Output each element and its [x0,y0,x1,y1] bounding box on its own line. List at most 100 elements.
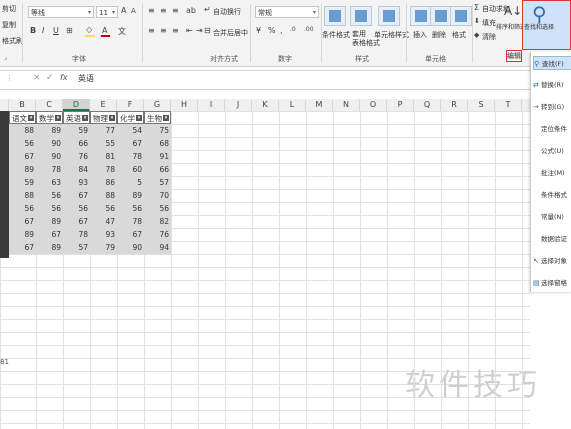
column-header-m[interactable]: M [306,99,333,111]
format-icon[interactable] [450,6,472,26]
table-cell[interactable]: 76 [144,228,171,241]
font-color-icon[interactable]: A [102,26,107,35]
table-cell[interactable]: 78 [117,150,144,163]
table-cell[interactable]: 67 [63,215,90,228]
menu-item[interactable]: ▤选择窗格 [533,276,571,290]
fill-color-icon[interactable]: ◇ [86,25,92,34]
menu-item[interactable]: 条件格式 [533,188,571,202]
table-cell[interactable]: 66 [63,137,90,150]
fx-icon[interactable]: fx [60,73,68,82]
table-cell[interactable]: 89 [9,163,36,176]
currency-icon[interactable]: ¥ [256,26,261,35]
table-cell[interactable]: 90 [117,241,144,254]
filter-dropdown-icon[interactable]: ▾ [109,115,115,121]
column-header-f[interactable]: F [117,99,144,111]
wrap-text-icon[interactable]: ↵ [204,5,211,14]
font-name-combo[interactable]: 等线 ▾ [28,6,94,18]
table-cell[interactable]: 89 [36,124,63,137]
filter-dropdown-icon[interactable]: ▾ [28,115,34,121]
sort-filter-icon[interactable]: A↓ [504,4,522,18]
autosum-icon[interactable]: Σ [474,3,479,12]
table-header-cell[interactable]: 生物 ▾ [144,111,171,124]
cell-styles-button[interactable]: 单元格样式 [374,30,409,40]
table-cell[interactable]: 67 [9,215,36,228]
column-header-e[interactable]: E [90,99,117,111]
table-cell[interactable]: 57 [63,241,90,254]
font-size-combo[interactable]: 11 ▾ [96,6,118,18]
fill-icon[interactable]: ⬇ [474,17,480,25]
border-icon[interactable]: ⊞ [66,26,73,35]
table-cell[interactable]: 90 [36,137,63,150]
table-cell[interactable]: 56 [144,202,171,215]
column-header-j[interactable]: J [225,99,252,111]
table-cell[interactable]: 59 [9,176,36,189]
table-cell[interactable]: 59 [63,124,90,137]
column-header-g[interactable]: G [144,99,171,111]
table-cell[interactable]: 88 [9,189,36,202]
table-cell[interactable]: 81 [90,150,117,163]
insert-button[interactable]: 插入 [413,30,427,40]
row-headers[interactable] [0,111,9,258]
table-cell[interactable]: 89 [36,241,63,254]
table-cell[interactable]: 67 [9,150,36,163]
table-cell[interactable]: 76 [63,150,90,163]
table-cell[interactable]: 67 [36,228,63,241]
wrap-text-button[interactable]: 自动换行 [213,7,241,17]
conditional-format-icon[interactable] [324,6,346,26]
delete-icon[interactable] [430,6,452,26]
percent-icon[interactable]: % [268,26,276,35]
table-header-cell[interactable]: 数学 ▾ [36,111,63,124]
table-cell[interactable]: 56 [36,202,63,215]
table-cell[interactable]: 88 [90,189,117,202]
table-cell[interactable]: 79 [90,241,117,254]
column-header-r[interactable]: R [441,99,468,111]
table-cell[interactable]: 82 [144,215,171,228]
column-header-p[interactable]: P [387,99,414,111]
table-cell[interactable]: 56 [63,202,90,215]
column-header-h[interactable]: H [171,99,198,111]
orientation-icon[interactable]: ab [186,6,196,15]
column-header-i[interactable]: I [198,99,225,111]
table-cell[interactable]: 94 [144,241,171,254]
column-header-b[interactable]: B [9,99,36,111]
table-cell[interactable]: 56 [90,202,117,215]
format-button[interactable]: 格式 [452,30,466,40]
cancel-icon[interactable]: × [33,73,41,83]
table-cell[interactable]: 67 [63,189,90,202]
table-cell[interactable]: 5 [117,176,144,189]
align-bottom-icon[interactable]: ≡ [172,6,179,15]
menu-item[interactable]: ⇄ 替换(R) [533,78,571,92]
conditional-format-button[interactable]: 条件格式 [322,30,350,40]
clipboard-launcher-icon[interactable]: ⌟ [4,54,7,61]
cut-button[interactable]: 剪切 [2,4,16,14]
column-header-d[interactable]: D [63,99,90,111]
column-header-t[interactable]: T [495,99,522,111]
menu-item[interactable]: 批注(M) [533,166,571,180]
align-middle-icon[interactable]: ≡ [160,6,167,15]
select-all-corner[interactable] [0,99,9,111]
table-cell[interactable]: 66 [144,163,171,176]
table-cell[interactable]: 86 [90,176,117,189]
enter-icon[interactable]: ✓ [46,73,54,83]
phonetic-icon[interactable]: 文 [118,26,126,37]
menu-item[interactable]: 数据验证 [533,232,571,246]
table-header-cell[interactable]: 化学 ▾ [117,111,144,124]
menu-item[interactable]: 公式(U) [533,144,571,158]
filter-dropdown-icon[interactable]: ▾ [82,115,88,121]
table-cell[interactable]: 78 [117,215,144,228]
number-format-combo[interactable]: 常规 ▾ [255,6,319,18]
table-cell[interactable]: 68 [144,137,171,150]
table-header-cell[interactable]: 物理 ▾ [90,111,117,124]
align-center-icon[interactable]: ≡ [160,26,167,35]
menu-item[interactable]: 常量(N) [533,210,571,224]
underline-button[interactable]: U [53,26,59,35]
delete-button[interactable]: 删除 [432,30,446,40]
table-cell[interactable]: 56 [117,202,144,215]
table-cell[interactable]: 78 [90,163,117,176]
table-cell[interactable]: 57 [144,176,171,189]
table-cell[interactable]: 93 [90,228,117,241]
column-header-q[interactable]: Q [414,99,441,111]
table-cell[interactable]: 67 [117,228,144,241]
column-header-s[interactable]: S [468,99,495,111]
decrease-indent-icon[interactable]: ⇤ [186,26,193,35]
